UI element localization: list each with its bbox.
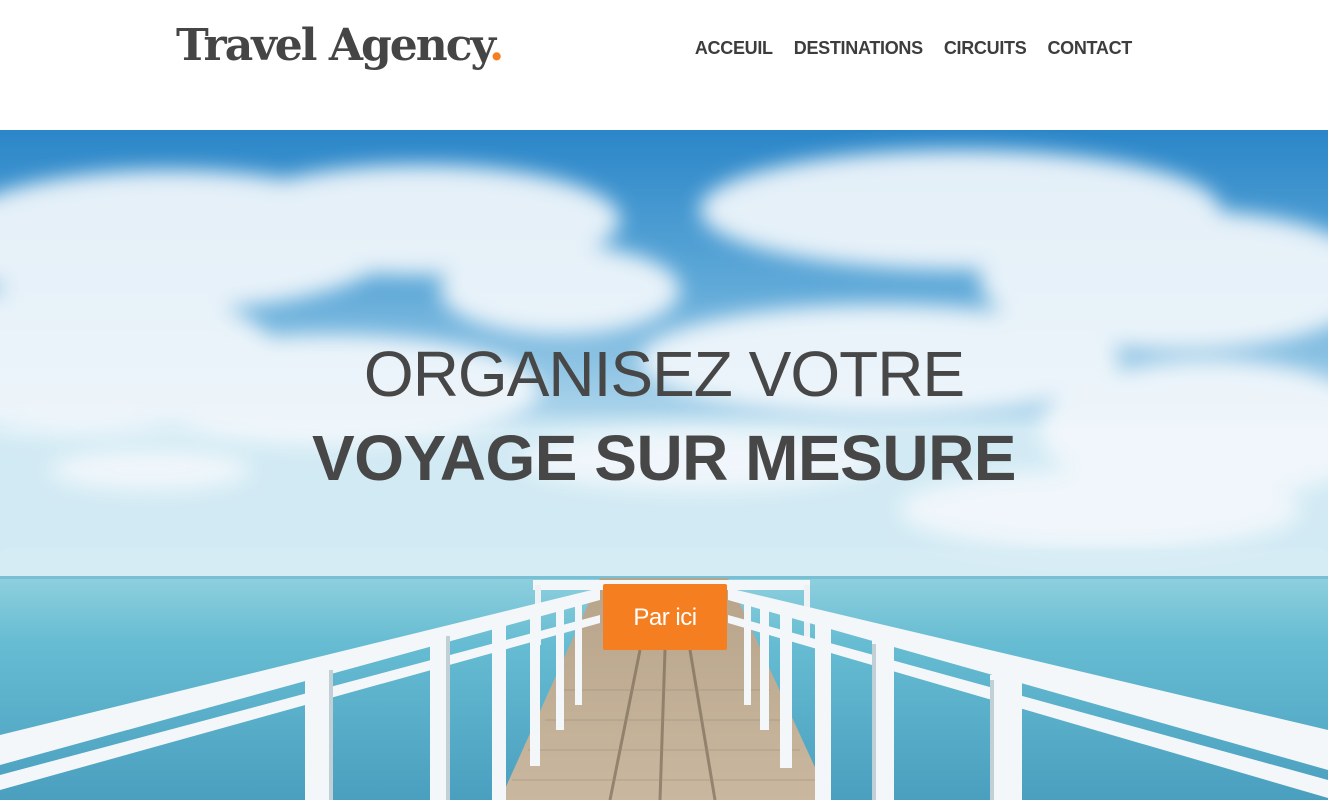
site-header: Travel Agency. ACCEUIL DESTINATIONS CIRC… <box>0 0 1328 130</box>
site-logo[interactable]: Travel Agency. <box>176 24 504 68</box>
logo-dot: . <box>489 20 504 71</box>
nav-item-acceuil[interactable]: ACCEUIL <box>695 36 773 60</box>
nav-item-destinations[interactable]: DESTINATIONS <box>794 36 923 60</box>
logo-text: Travel Agency <box>176 20 491 71</box>
hero-title-line1: ORGANISEZ VOTRE <box>363 338 965 410</box>
hero-title-line2: VOYAGE SUR MESURE <box>312 422 1016 494</box>
nav-item-contact[interactable]: CONTACT <box>1047 36 1132 60</box>
hero-section: ORGANISEZ VOTRE VOYAGE SUR MESURE Par ic… <box>0 130 1328 800</box>
main-nav: ACCEUIL DESTINATIONS CIRCUITS CONTACT <box>695 36 1132 60</box>
nav-item-circuits[interactable]: CIRCUITS <box>944 36 1027 60</box>
cta-button[interactable]: Par ici <box>603 584 727 650</box>
